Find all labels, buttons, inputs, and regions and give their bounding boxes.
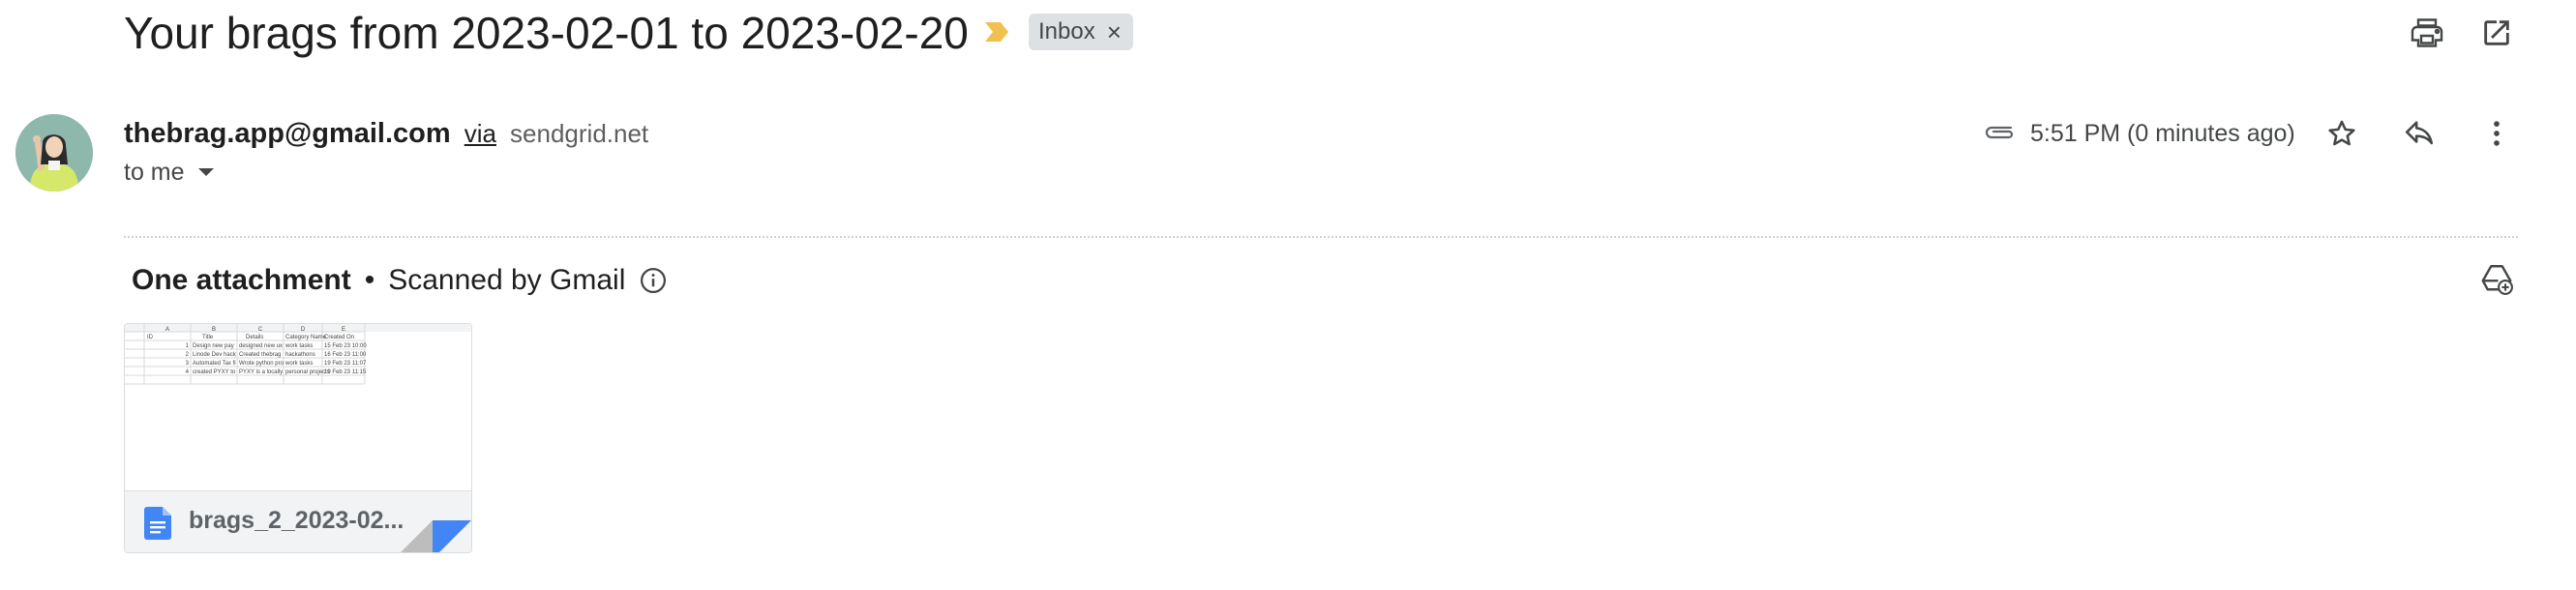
- recipient-text: to me: [124, 159, 185, 186]
- preview-col-letter: C: [258, 327, 263, 333]
- scan-status: Scanned by Gmail: [388, 264, 626, 296]
- email-timestamp: 5:51 PM (0 minutes ago): [2030, 120, 2295, 147]
- paperclip-icon: [1985, 126, 2014, 139]
- preview-header: Created On: [324, 335, 354, 340]
- preview-col-letter: A: [165, 327, 169, 333]
- open-in-new-window-button[interactable]: [2475, 12, 2518, 54]
- sender-line: thebrag.app@gmail.com via sendgrid.net: [124, 114, 648, 153]
- preview-col-letter: E: [342, 327, 345, 333]
- preview-cell: designed new ux: [239, 343, 283, 349]
- open-in-new-window-icon: [2484, 20, 2509, 45]
- google-doc-icon: [144, 507, 171, 540]
- via-domain: sendgrid.net: [510, 119, 649, 148]
- preview-cell: Linode Dev hack: [193, 352, 237, 358]
- preview-cell: created PYXY to: [193, 369, 236, 375]
- sender-email[interactable]: thebrag.app@gmail.com: [124, 118, 451, 149]
- print-icon: [2411, 18, 2443, 47]
- preview-cell: hackathons: [285, 352, 315, 358]
- remove-label-button[interactable]: ×: [1107, 19, 1122, 44]
- attachment-preview: A B C D E ID Title Details Category Name…: [125, 324, 471, 490]
- attachments-divider: [124, 236, 2518, 238]
- preview-cell: Created thebrag: [239, 352, 281, 358]
- preview-header: Title: [202, 335, 214, 340]
- label-chip-inbox: Inbox ×: [1029, 14, 1133, 50]
- sender-avatar[interactable]: [15, 114, 93, 192]
- more-vert-icon: [2494, 121, 2500, 146]
- recipient-details-toggle[interactable]: to me: [124, 155, 216, 190]
- preview-cell: 3: [186, 361, 190, 367]
- preview-cell: 15 Feb 23 10:00: [324, 343, 367, 349]
- preview-cell: 16 Feb 23 11:00: [324, 352, 367, 358]
- doc-type-corner-icon: [401, 520, 471, 552]
- separator-bullet: •: [364, 264, 375, 296]
- preview-cell: 2: [186, 352, 190, 358]
- preview-cell: 4: [186, 369, 190, 375]
- attachment-footer: brags_2_2023-02...: [125, 490, 471, 552]
- add-all-to-drive-button[interactable]: [2475, 257, 2518, 300]
- preview-cell: 1: [186, 343, 190, 349]
- add-to-drive-icon: [2481, 265, 2513, 295]
- preview-header: Details: [246, 335, 263, 340]
- print-button[interactable]: [2406, 12, 2448, 54]
- preview-col-letter: B: [212, 327, 216, 333]
- importance-marker-icon[interactable]: [983, 20, 1010, 44]
- preview-cell: work tasks: [285, 361, 313, 367]
- preview-header: ID: [147, 335, 154, 340]
- star-button[interactable]: [2321, 112, 2363, 155]
- attachment-count: One attachment: [132, 264, 351, 296]
- preview-header: Category Name: [285, 335, 327, 340]
- reply-button[interactable]: [2398, 112, 2441, 155]
- preview-cell: personal projects: [285, 369, 330, 375]
- preview-cell: Automated Tax fi: [193, 361, 236, 367]
- preview-col-letter: D: [301, 327, 306, 333]
- attachments-header: One attachment • Scanned by Gmail: [132, 261, 668, 300]
- preview-cell: Wrote python pro: [239, 361, 285, 367]
- attachment-file-name: brags_2_2023-02...: [189, 507, 404, 534]
- info-icon[interactable]: [639, 266, 668, 295]
- preview-cell: 19 Feb 23 11:15: [324, 369, 367, 375]
- preview-cell: PYXY is a locally: [239, 369, 283, 375]
- via-link[interactable]: via: [464, 119, 496, 148]
- label-chip-text: Inbox: [1038, 18, 1095, 44]
- avatar-illustration: [15, 114, 93, 192]
- more-options-button[interactable]: [2475, 112, 2518, 155]
- spreadsheet-preview: A B C D E ID Title Details Category Name…: [125, 324, 471, 385]
- preview-cell: Design new pay: [193, 343, 234, 349]
- arrow-drop-down-icon: [197, 168, 214, 176]
- preview-cell: work tasks: [285, 343, 313, 349]
- attachment-card[interactable]: A B C D E ID Title Details Category Name…: [124, 323, 472, 553]
- star-icon: [2328, 120, 2355, 146]
- reply-icon: [2405, 121, 2434, 145]
- email-subject: Your brags from 2023-02-01 to 2023-02-20: [124, 8, 969, 58]
- preview-cell: 19 Feb 23 11:07: [324, 361, 367, 367]
